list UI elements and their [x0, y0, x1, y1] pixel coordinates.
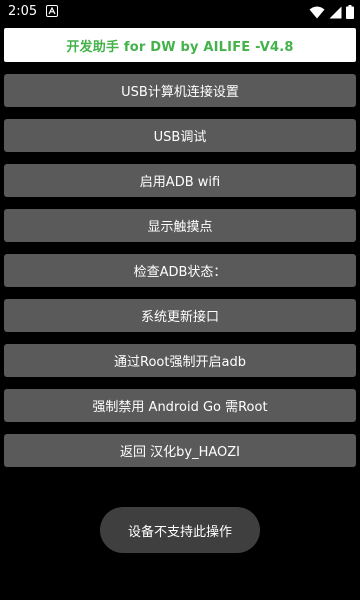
status-bar: 2:05 [0, 0, 360, 24]
button-label: 启用ADB wifi [139, 175, 221, 190]
app-title: 开发助手 for DW by AILIFE -V4.8 [66, 39, 294, 55]
enable-adb-wifi-button[interactable]: 启用ADB wifi [4, 164, 356, 197]
app-title-banner: 开发助手 for DW by AILIFE -V4.8 [4, 28, 356, 62]
notification-a-icon [46, 5, 58, 17]
button-label: 显示触摸点 [147, 220, 213, 235]
check-adb-status-button[interactable]: 检查ADB状态： [4, 254, 356, 287]
usb-connection-settings-button[interactable]: USB计算机连接设置 [4, 74, 356, 107]
button-label: 通过Root强制开启adb [114, 355, 246, 370]
signal-icon [329, 6, 342, 19]
button-label: USB计算机连接设置 [121, 85, 239, 100]
menu-list: USB计算机连接设置 USB调试 启用ADB wifi 显示触摸点 检查ADB状… [4, 74, 356, 479]
system-update-interface-button[interactable]: 系统更新接口 [4, 299, 356, 332]
show-touches-button[interactable]: 显示触摸点 [4, 209, 356, 242]
status-icons [309, 4, 354, 20]
battery-icon [346, 5, 354, 19]
toast-message: 设备不支持此操作 [100, 507, 260, 553]
toast-text: 设备不支持此操作 [127, 524, 232, 540]
disable-android-go-button[interactable]: 强制禁用 Android Go 需Root [4, 389, 356, 422]
button-label: USB调试 [153, 130, 207, 145]
button-label: 系统更新接口 [140, 310, 219, 325]
usb-debugging-button[interactable]: USB调试 [4, 119, 356, 152]
status-time: 2:05 [8, 4, 38, 19]
root-force-enable-adb-button[interactable]: 通过Root强制开启adb [4, 344, 356, 377]
back-button[interactable]: 返回 汉化by_HAOZI [4, 434, 356, 467]
button-label: 检查ADB状态： [133, 265, 227, 280]
wifi-icon [309, 6, 325, 19]
button-label: 强制禁用 Android Go 需Root [92, 400, 268, 415]
button-label: 返回 汉化by_HAOZI [120, 445, 240, 460]
